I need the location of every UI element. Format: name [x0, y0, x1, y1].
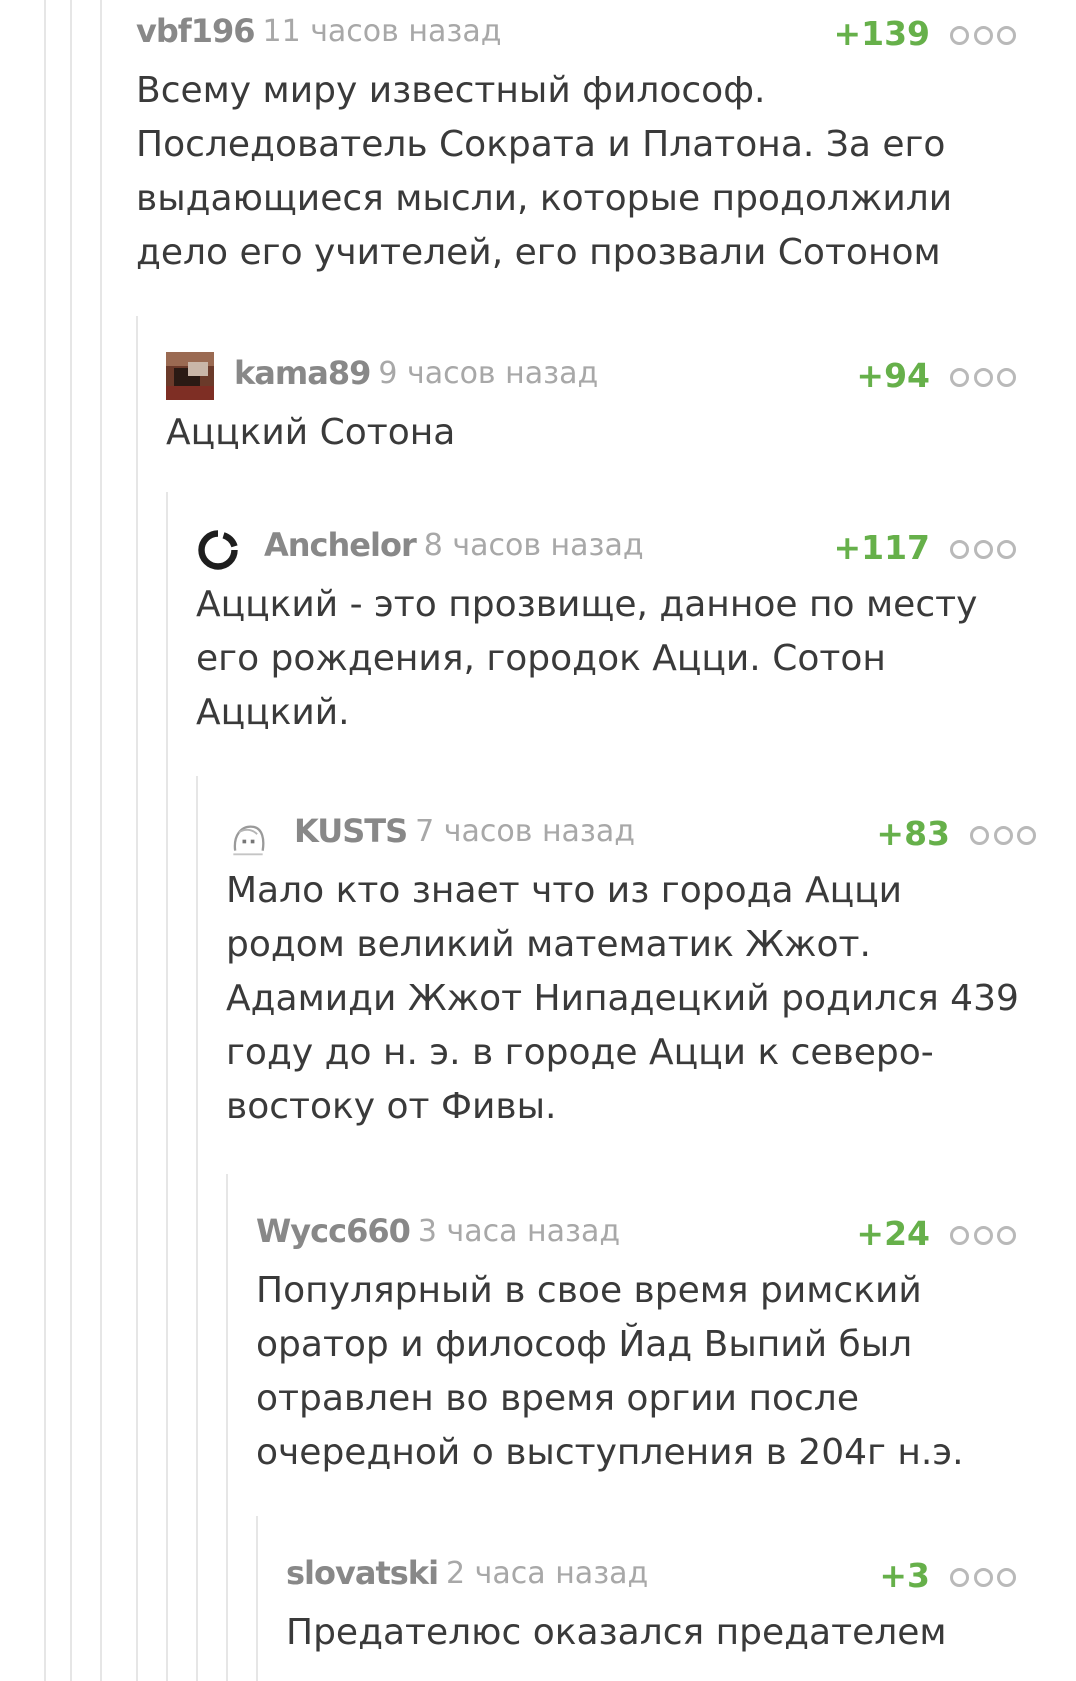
comment-text: Мало кто знает что из города Ацци родом … [226, 870, 1019, 1127]
comment-text: Всему миру известный философ. Последоват… [136, 70, 953, 273]
comment-time: 11 часов назад [262, 13, 502, 49]
comment-author[interactable]: slovatski [286, 1554, 439, 1592]
thread-line-5 [196, 776, 198, 1681]
comment-kusts: KUSTS 7 часов назад +83 Мало кто знает чт… [226, 812, 1036, 1134]
comment-kama89: kama89 9 часов назад +94 Аццкий Сотона [166, 352, 1016, 460]
comment-header: Wycc660 3 часа назад +24 [256, 1212, 1016, 1256]
avatar-photo-icon[interactable] [166, 352, 214, 400]
comment-header: Anchelor 8 часов назад +117 [196, 526, 1016, 570]
comment-author[interactable]: Wycc660 [256, 1212, 411, 1250]
comment-header: slovatski 2 часа назад +3 [286, 1554, 1016, 1598]
comment-rating: +83 [876, 814, 950, 853]
more-options-icon[interactable] [950, 540, 1016, 559]
comment-time: 9 часов назад [378, 355, 599, 391]
comment-slovatski: slovatski 2 часа назад +3 Предателюс оказ… [286, 1554, 1016, 1660]
thread-line-3 [136, 316, 138, 1681]
comment-author[interactable]: Anchelor [264, 526, 417, 564]
comment-header: KUSTS 7 часов назад +83 [226, 812, 1036, 856]
comment-author[interactable]: KUSTS [294, 812, 408, 850]
comment-wycc660: Wycc660 3 часа назад +24 Популярный в сво… [256, 1212, 1016, 1480]
thread-line-7 [256, 1516, 258, 1681]
avatar-sketch-icon[interactable] [226, 814, 270, 858]
comment-text: Популярный в свое время римский оратор и… [256, 1270, 964, 1473]
comment-rating: +139 [833, 14, 930, 53]
thread-line-0 [44, 0, 46, 1681]
comment-time: 8 часов назад [423, 527, 644, 563]
more-options-icon[interactable] [950, 1226, 1016, 1245]
thread-line-6 [226, 1174, 228, 1681]
comment-rating: +3 [879, 1556, 930, 1595]
comment-time: 7 часов назад [415, 813, 636, 849]
comment-header: vbf196 11 часов назад +139 [136, 12, 1016, 56]
more-options-icon[interactable] [970, 826, 1036, 845]
more-options-icon[interactable] [950, 368, 1016, 387]
comment-author[interactable]: vbf196 [136, 12, 255, 50]
comment-rating: +94 [856, 356, 930, 395]
comment-rating: +24 [856, 1214, 930, 1253]
comment-time: 2 часа назад [446, 1555, 649, 1591]
thread-line-1 [70, 0, 72, 1681]
thread-line-2 [100, 0, 102, 1681]
comment-text: Предателюс оказался предателем [286, 1612, 947, 1653]
comment-author[interactable]: kama89 [234, 354, 371, 392]
thread-line-4 [166, 492, 168, 1681]
comment-vbf196: vbf196 11 часов назад +139 Всему миру изв… [136, 12, 1016, 280]
comment-rating: +117 [833, 528, 930, 567]
more-options-icon[interactable] [950, 26, 1016, 45]
comment-time: 3 часа назад [417, 1213, 621, 1249]
comment-anchelor: Anchelor 8 часов назад +117 Аццкий - это … [196, 526, 1016, 740]
comment-text: Аццкий Сотона [166, 412, 456, 453]
comment-text: Аццкий - это прозвище, данное по месту е… [196, 584, 978, 733]
comment-header: kama89 9 часов назад +94 [166, 352, 1016, 400]
more-options-icon[interactable] [950, 1568, 1016, 1587]
avatar-ring-icon[interactable] [196, 528, 240, 572]
